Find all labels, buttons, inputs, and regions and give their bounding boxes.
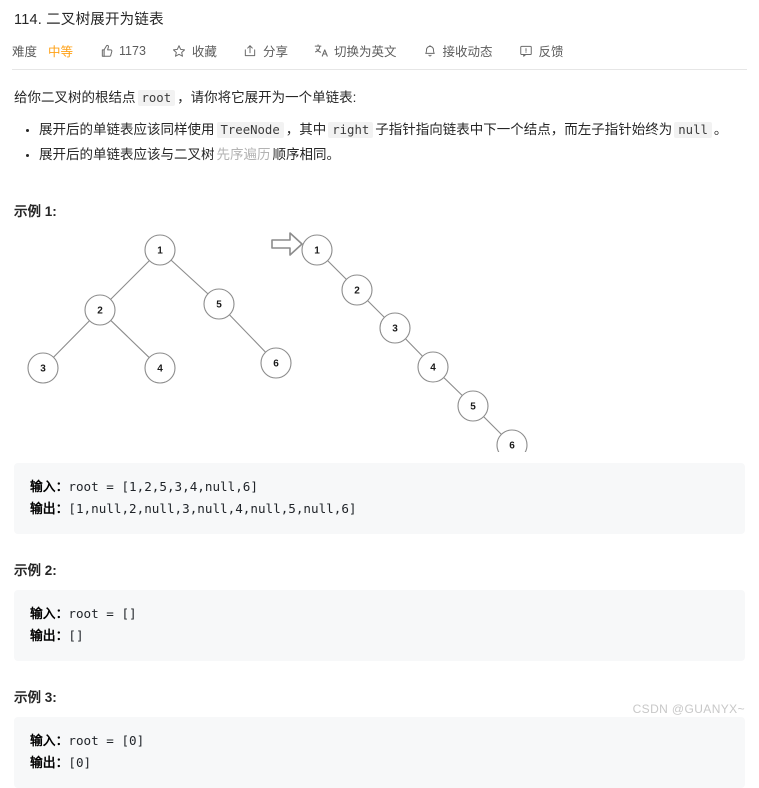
input-value: root = [] (68, 606, 137, 621)
example-1-title: 示例 1: (14, 204, 57, 219)
input-label: 输入： (30, 733, 69, 748)
inline-code-root: root (137, 90, 176, 106)
share-label: 分享 (262, 45, 288, 59)
list-node-label: 2 (354, 286, 360, 297)
example-2-title: 示例 2: (14, 563, 57, 578)
feedback-label: 反馈 (538, 45, 564, 59)
output-label: 输出： (30, 501, 69, 516)
edge-1-2 (110, 260, 150, 300)
watermark: CSDN @GUANYX~ (632, 702, 745, 716)
bullet1-part4: 。 (713, 122, 728, 137)
translate-icon (314, 43, 329, 58)
list-node-label: 6 (509, 441, 515, 452)
input-value: root = [1,2,5,3,4,null,6] (68, 479, 258, 494)
inline-code-right: right (328, 122, 374, 138)
edge-1-2 (327, 260, 347, 280)
problem-intro: 给你二叉树的根结点 root ，请你将它展开为一个单链表: (14, 87, 745, 109)
output-label: 输出： (30, 628, 69, 643)
code-line: 输出：[0] (30, 752, 729, 774)
example-1-figure: 1 2 5 3 4 6 1 2 3 4 5 6 (14, 224, 745, 452)
feedback-icon (518, 43, 533, 58)
list-item: 展开后的单链表应该与二叉树先序遍历顺序相同。 (39, 143, 745, 166)
difficulty-badge: 难度 中等 (12, 41, 73, 60)
bullet2-part1: 展开后的单链表应该与二叉树 (39, 147, 215, 162)
bullet1-part3: 子指针指向链表中下一个结点，而左子指针始终为 (375, 122, 673, 137)
switch-language-button[interactable]: 切换为英文 (314, 41, 397, 60)
tree-node-label: 5 (216, 300, 222, 311)
example-1-code-block: 输入：root = [1,2,5,3,4,null,6] 输出：[1,null,… (14, 463, 745, 534)
list-nodes: 1 2 3 4 5 6 (301, 234, 528, 452)
bullet1-part1: 展开后的单链表应该同样使用 (39, 122, 215, 137)
tree-node-label: 2 (97, 306, 103, 317)
bullet2-part2: 顺序相同。 (272, 147, 341, 162)
difficulty-value: 中等 (48, 45, 74, 59)
favorite-label: 收藏 (191, 45, 217, 59)
intro-text-after: ，请你将它展开为一个单链表: (177, 90, 357, 105)
edge-2-3 (367, 300, 385, 318)
intro-text-before: 给你二叉树的根结点 (14, 90, 136, 105)
tree-node-label: 3 (40, 364, 46, 375)
requirements-list: 展开后的单链表应该同样使用TreeNode，其中right子指针指向链表中下一个… (14, 118, 745, 166)
example-2-code-block: 输入：root = [] 输出：[] (14, 590, 745, 661)
star-icon (172, 43, 187, 58)
bell-icon (422, 43, 437, 58)
favorite-button[interactable]: 收藏 (172, 41, 217, 60)
code-line: 输入：root = [1,2,5,3,4,null,6] (30, 476, 729, 498)
list-node-label: 4 (430, 363, 436, 374)
code-line: 输出：[1,null,2,null,3,null,4,null,5,null,6… (30, 498, 729, 520)
output-label: 输出： (30, 755, 69, 770)
edge-5-6 (483, 416, 502, 435)
code-line: 输入：root = [0] (30, 730, 729, 752)
output-value: [0] (68, 755, 92, 770)
binary-tree-diagram: 1 2 5 3 4 6 1 2 3 4 5 6 (27, 232, 528, 452)
subscribe-label: 接收动态 (442, 45, 493, 59)
thumbs-up-icon (99, 43, 114, 58)
edge-3-4 (405, 338, 423, 357)
page-title: 114. 二叉树展开为链表 (14, 12, 164, 28)
edge-2-4 (110, 320, 150, 358)
meta-toolbar: 难度 中等 1173 收藏 分享 切换为英文 接收动态 反馈 (12, 41, 747, 70)
tree-nodes: 1 2 5 3 4 6 (27, 234, 292, 384)
code-line: 输出：[] (30, 625, 729, 647)
share-icon (243, 43, 258, 58)
switch-language-label: 切换为英文 (333, 45, 397, 59)
list-node-label: 5 (470, 402, 476, 413)
preorder-traversal-link[interactable]: 先序遍历 (217, 147, 271, 162)
output-value: [1,null,2,null,3,null,4,null,5,null,6] (68, 501, 357, 516)
inline-code-treenode: TreeNode (216, 122, 284, 138)
input-value: root = [0] (68, 733, 145, 748)
difficulty-label: 难度 (12, 45, 38, 59)
edge-5-6 (229, 314, 266, 353)
edge-1-5 (170, 259, 209, 295)
problem-header: 114. 二叉树展开为链表 难度 中等 1173 收藏 分享 切换为英文 接收动… (0, 0, 759, 70)
bullet1-part2: ，其中 (285, 122, 327, 137)
share-button[interactable]: 分享 (243, 41, 288, 60)
list-node-label: 3 (392, 324, 398, 335)
subscribe-button[interactable]: 接收动态 (422, 41, 492, 60)
inline-code-null: null (674, 122, 712, 138)
tree-node-label: 1 (157, 246, 163, 257)
input-label: 输入： (30, 479, 69, 494)
tree-node-label: 6 (273, 359, 279, 370)
problem-content: 给你二叉树的根结点root，请你将它展开为一个单链表: 展开后的单链表应该同样使… (0, 87, 759, 788)
list-node-label: 1 (314, 246, 320, 257)
example-3-code-block: 输入：root = [0] 输出：[0] (14, 717, 745, 788)
code-line: 输入：root = [] (30, 603, 729, 625)
likes-button[interactable]: 1173 (99, 43, 146, 58)
transform-arrow-icon (271, 232, 303, 256)
edge-4-5 (443, 377, 463, 396)
output-value: [] (68, 628, 84, 643)
list-item: 展开后的单链表应该同样使用TreeNode，其中right子指针指向链表中下一个… (39, 118, 745, 142)
likes-count: 1173 (119, 43, 146, 58)
edge-2-3 (53, 320, 90, 358)
input-label: 输入： (30, 606, 69, 621)
tree-node-label: 4 (157, 364, 163, 375)
feedback-button[interactable]: 反馈 (518, 41, 564, 60)
